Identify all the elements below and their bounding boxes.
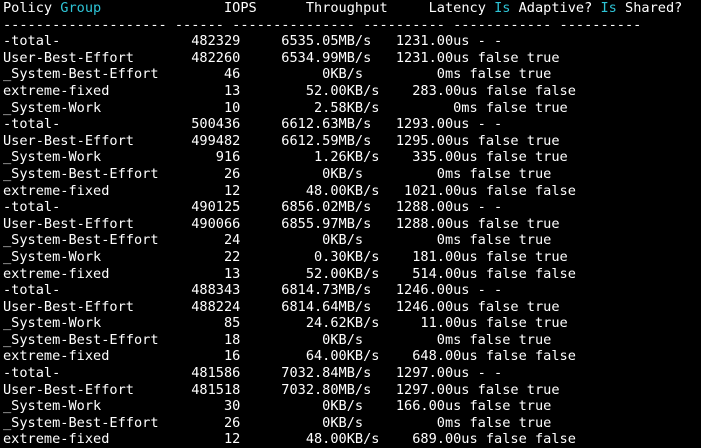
table-row: extreme-fixed 13 52.00KB/s 514.00us fals… — [3, 265, 576, 282]
table-row: extreme-fixed 13 52.00KB/s 283.00us fals… — [3, 82, 576, 99]
table-row: _System-Work 85 24.62KB/s 11.00us false … — [3, 315, 568, 332]
table-row: User-Best-Effort 499482 6612.59MB/s 1295… — [3, 132, 560, 149]
output-rows: -total- 482329 6535.05MB/s 1231.00us - -… — [3, 33, 701, 448]
table-row: extreme-fixed 16 64.00KB/s 648.00us fals… — [3, 348, 576, 365]
header-policy: Policy — [3, 0, 61, 16]
table-row: -total- 481586 7032.84MB/s 1297.00us - - — [3, 365, 503, 382]
table-row: User-Best-Effort 490066 6855.97MB/s 1288… — [3, 215, 560, 232]
table-row: _System-Best-Effort 24 0KB/s 0ms false t… — [3, 232, 552, 249]
table-row: User-Best-Effort 482260 6534.99MB/s 1231… — [3, 49, 560, 66]
table-row: _System-Best-Effort 18 0KB/s 0ms false t… — [3, 331, 552, 348]
header-shared: Shared? — [616, 0, 683, 16]
table-header: Policy Group IOPS Throughput Latency Is … — [3, 0, 701, 17]
table-row: _System-Work 22 0.30KB/s 181.00us false … — [3, 248, 568, 265]
header-is-keyword: Is — [494, 0, 511, 16]
header-separator: -------------------- ------ ------------… — [3, 16, 642, 33]
table-row: _System-Work 30 0KB/s 166.00us false tru… — [3, 398, 552, 415]
table-row: _System-Best-Effort 26 0KB/s 0ms false t… — [3, 165, 552, 182]
table-row: _System-Best-Effort 26 0KB/s 0ms false t… — [3, 414, 552, 431]
table-row: _System-Work 10 2.58KB/s 0ms false true — [3, 99, 568, 116]
table-row: -total- 490125 6856.02MB/s 1288.00us - - — [3, 199, 503, 216]
table-row: _System-Work 916 1.26KB/s 335.00us false… — [3, 149, 568, 166]
table-row: _System-Best-Effort 46 0KB/s 0ms false t… — [3, 66, 552, 83]
table-row: -total- 488343 6814.73MB/s 1246.00us - - — [3, 282, 503, 299]
table-row: extreme-fixed 12 48.00KB/s 1021.00us fal… — [3, 182, 576, 199]
header-group-keyword: Group — [60, 0, 102, 16]
header-adaptive: Adaptive? — [510, 0, 601, 16]
table-row: -total- 482329 6535.05MB/s 1231.00us - - — [3, 33, 503, 50]
table-row: -total- 500436 6612.63MB/s 1293.00us - - — [3, 116, 503, 133]
header-columns: IOPS Throughput Latency — [101, 0, 495, 16]
table-row: User-Best-Effort 488224 6814.64MB/s 1246… — [3, 298, 560, 315]
terminal-window[interactable]: Policy Group IOPS Throughput Latency Is … — [0, 0, 701, 448]
table-row: User-Best-Effort 481518 7032.80MB/s 1297… — [3, 381, 560, 398]
header-is-keyword-2: Is — [600, 0, 617, 16]
